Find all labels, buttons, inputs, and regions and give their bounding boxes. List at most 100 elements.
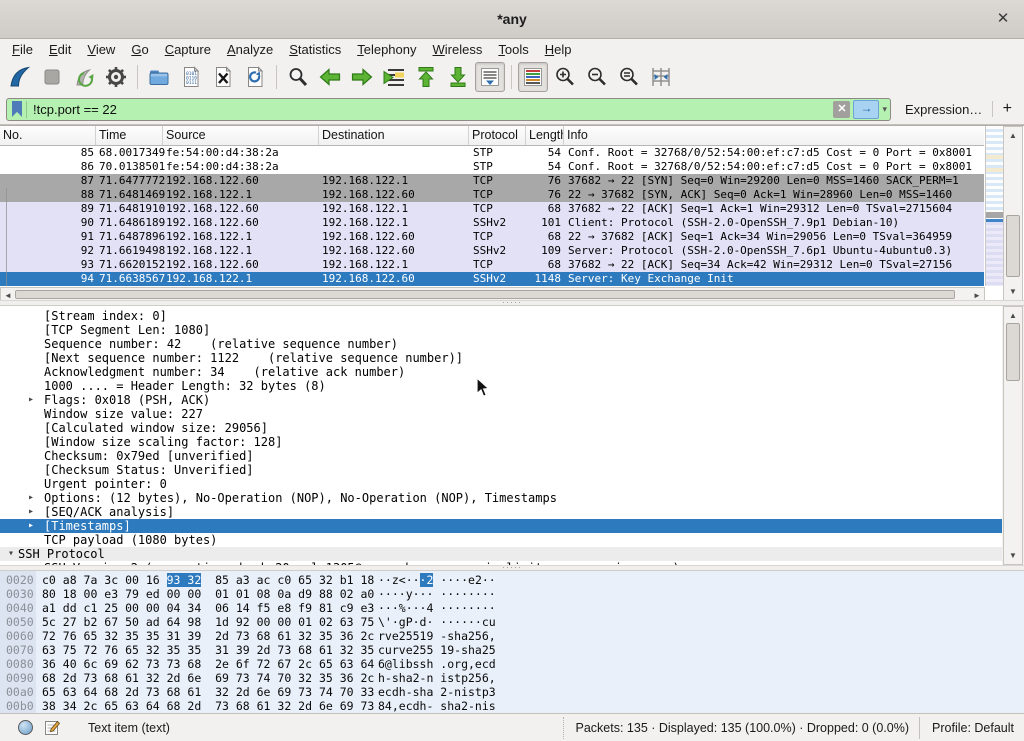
detail-calc-window[interactable]: [Calculated window size: 29056]	[0, 421, 1002, 435]
stop-capture-button[interactable]	[37, 62, 67, 92]
packet-row-94-selected[interactable]: 9471.663856741192.168.122.1192.168.122.6…	[0, 272, 984, 286]
expression-button[interactable]: Expression…	[905, 102, 982, 117]
zoom-out-button[interactable]	[582, 62, 612, 92]
filter-text[interactable]: !tcp.port == 22	[33, 102, 833, 117]
hex-row[interactable]: 0020c0 a8 7a 3c 00 16 93 32 85 a3 ac c0 …	[0, 573, 1024, 587]
column-header-no[interactable]: No.	[0, 126, 96, 145]
detail-tcp-payload[interactable]: TCP payload (1080 bytes)	[0, 533, 1002, 547]
scroll-down-arrow[interactable]: ▼	[1004, 287, 1022, 296]
menu-capture[interactable]: Capture	[157, 39, 219, 60]
scroll-thumb[interactable]	[15, 290, 955, 299]
expert-info-icon[interactable]	[18, 720, 33, 735]
go-to-packet-button[interactable]	[379, 62, 409, 92]
detail-ssh-protocol[interactable]: ▾SSH Protocol	[0, 547, 1002, 561]
detail-options[interactable]: ▸Options: (12 bytes), No-Operation (NOP)…	[0, 491, 1002, 505]
packet-row-89[interactable]: 8971.648191037192.168.122.60192.168.122.…	[0, 202, 984, 216]
packet-list-vscrollbar[interactable]: ▲ ▼	[1003, 126, 1023, 301]
packet-row-86[interactable]: 8670.013850163fe:54:00:d4:38:2aSTP54Conf…	[0, 160, 984, 174]
zoom-in-button[interactable]	[550, 62, 580, 92]
hex-row[interactable]: 003080 18 00 e3 79 ed 00 00 01 01 08 0a …	[0, 587, 1024, 601]
hex-row[interactable]: 007063 75 72 76 65 32 35 35 31 39 2d 73 …	[0, 643, 1024, 657]
go-to-bottom-button[interactable]	[443, 62, 473, 92]
packet-list-hscrollbar[interactable]: ◄ ►	[0, 287, 985, 301]
hex-row[interactable]: 0040a1 dd c1 25 00 00 04 34 06 14 f5 e8 …	[0, 601, 1024, 615]
clear-filter-button[interactable]: ✕	[833, 101, 850, 118]
packet-row-88[interactable]: 8871.648146932192.168.122.1192.168.122.6…	[0, 188, 984, 202]
detail-timestamps-selected[interactable]: ▸[Timestamps]	[0, 519, 1002, 533]
packet-row-93[interactable]: 9371.662015274192.168.122.60192.168.122.…	[0, 258, 984, 272]
menu-help[interactable]: Help	[537, 39, 580, 60]
detail-ack-number[interactable]: Acknowledgment number: 34 (relative ack …	[0, 365, 1002, 379]
menu-edit[interactable]: Edit	[41, 39, 79, 60]
detail-window-scaling[interactable]: [Window size scaling factor: 128]	[0, 435, 1002, 449]
scroll-up-arrow[interactable]: ▲	[1004, 131, 1022, 140]
open-file-button[interactable]	[144, 62, 174, 92]
column-header-protocol[interactable]: Protocol	[469, 126, 526, 145]
menu-tools[interactable]: Tools	[490, 39, 536, 60]
detail-segment-len[interactable]: [TCP Segment Len: 1080]	[0, 323, 1002, 337]
detail-next-sequence[interactable]: [Next sequence number: 1122 (relative se…	[0, 351, 1002, 365]
scroll-thumb[interactable]	[1006, 323, 1020, 381]
reload-file-button[interactable]	[240, 62, 270, 92]
close-window-button[interactable]: ✕	[992, 8, 1014, 30]
filter-dropdown-caret[interactable]: ▾	[882, 104, 887, 115]
scroll-down-arrow[interactable]: ▼	[1004, 551, 1022, 560]
menu-view[interactable]: View	[79, 39, 123, 60]
go-back-button[interactable]	[315, 62, 345, 92]
details-vscrollbar[interactable]: ▲ ▼	[1003, 306, 1023, 565]
menu-analyze[interactable]: Analyze	[219, 39, 281, 60]
menu-statistics[interactable]: Statistics	[281, 39, 349, 60]
column-header-info[interactable]: Info	[564, 126, 984, 145]
hex-row[interactable]: 009068 2d 73 68 61 32 2d 6e 69 73 74 70 …	[0, 671, 1024, 685]
detail-sequence-number[interactable]: Sequence number: 42 (relative sequence n…	[0, 337, 1002, 351]
packet-row-90[interactable]: 9071.648618924192.168.122.60192.168.122.…	[0, 216, 984, 230]
column-header-length[interactable]: Length	[526, 126, 564, 145]
display-filter-input[interactable]: !tcp.port == 22 ✕ → ▾	[6, 98, 891, 121]
bookmark-icon[interactable]	[12, 101, 22, 117]
packet-row-87[interactable]: 8771.647777234192.168.122.60192.168.122.…	[0, 174, 984, 188]
scroll-thumb[interactable]	[1006, 215, 1020, 277]
detail-flags[interactable]: ▸Flags: 0x018 (PSH, ACK)	[0, 393, 1002, 407]
save-file-button[interactable]: 010101100111	[176, 62, 206, 92]
detail-seq-ack-analysis[interactable]: ▸[SEQ/ACK analysis]	[0, 505, 1002, 519]
column-header-time[interactable]: Time	[96, 126, 163, 145]
detail-urgent-pointer[interactable]: Urgent pointer: 0	[0, 477, 1002, 491]
zoom-reset-button[interactable]	[614, 62, 644, 92]
restart-capture-button[interactable]	[69, 62, 99, 92]
packet-row-91[interactable]: 9171.648789678192.168.122.1192.168.122.6…	[0, 230, 984, 244]
detail-window-size[interactable]: Window size value: 227	[0, 407, 1002, 421]
resize-columns-button[interactable]	[646, 62, 676, 92]
packet-row-92[interactable]: 9271.661949820192.168.122.1192.168.122.6…	[0, 244, 984, 258]
scroll-left-arrow[interactable]: ◄	[3, 291, 13, 300]
hex-row[interactable]: 008036 40 6c 69 62 73 73 68 2e 6f 72 67 …	[0, 657, 1024, 671]
detail-stream-index[interactable]: [Stream index: 0]	[0, 309, 1002, 323]
status-profile[interactable]: Profile: Default	[919, 717, 1024, 739]
menu-wireless[interactable]: Wireless	[425, 39, 491, 60]
find-packet-button[interactable]	[283, 62, 313, 92]
go-to-top-button[interactable]	[411, 62, 441, 92]
start-capture-button[interactable]	[5, 62, 35, 92]
go-forward-button[interactable]	[347, 62, 377, 92]
menu-file[interactable]: File	[4, 39, 41, 60]
capture-options-button[interactable]	[101, 62, 131, 92]
colorize-button[interactable]	[518, 62, 548, 92]
scroll-up-arrow[interactable]: ▲	[1004, 311, 1022, 320]
packet-minimap[interactable]	[985, 126, 1003, 286]
add-filter-button[interactable]: +	[1003, 100, 1012, 118]
packet-row-85[interactable]: 8568.001734936fe:54:00:d4:38:2aSTP54Conf…	[0, 146, 984, 160]
column-header-source[interactable]: Source	[163, 126, 319, 145]
hex-row[interactable]: 00b038 34 2c 65 63 64 68 2d 73 68 61 32 …	[0, 699, 1024, 713]
detail-checksum-status[interactable]: [Checksum Status: Unverified]	[0, 463, 1002, 477]
scroll-right-arrow[interactable]: ►	[972, 291, 982, 300]
column-header-destination[interactable]: Destination	[319, 126, 469, 145]
hex-row[interactable]: 00505c 27 b2 67 50 ad 64 98 1d 92 00 00 …	[0, 615, 1024, 629]
detail-checksum[interactable]: Checksum: 0x79ed [unverified]	[0, 449, 1002, 463]
hex-row[interactable]: 00a065 63 64 68 2d 73 68 61 32 2d 6e 69 …	[0, 685, 1024, 699]
apply-filter-button[interactable]: →	[853, 100, 879, 119]
hex-row[interactable]: 006072 76 65 32 35 35 31 39 2d 73 68 61 …	[0, 629, 1024, 643]
auto-scroll-button[interactable]	[475, 62, 505, 92]
menu-go[interactable]: Go	[123, 39, 156, 60]
close-file-button[interactable]	[208, 62, 238, 92]
capture-comment-icon[interactable]	[45, 720, 60, 735]
menu-telephony[interactable]: Telephony	[349, 39, 424, 60]
